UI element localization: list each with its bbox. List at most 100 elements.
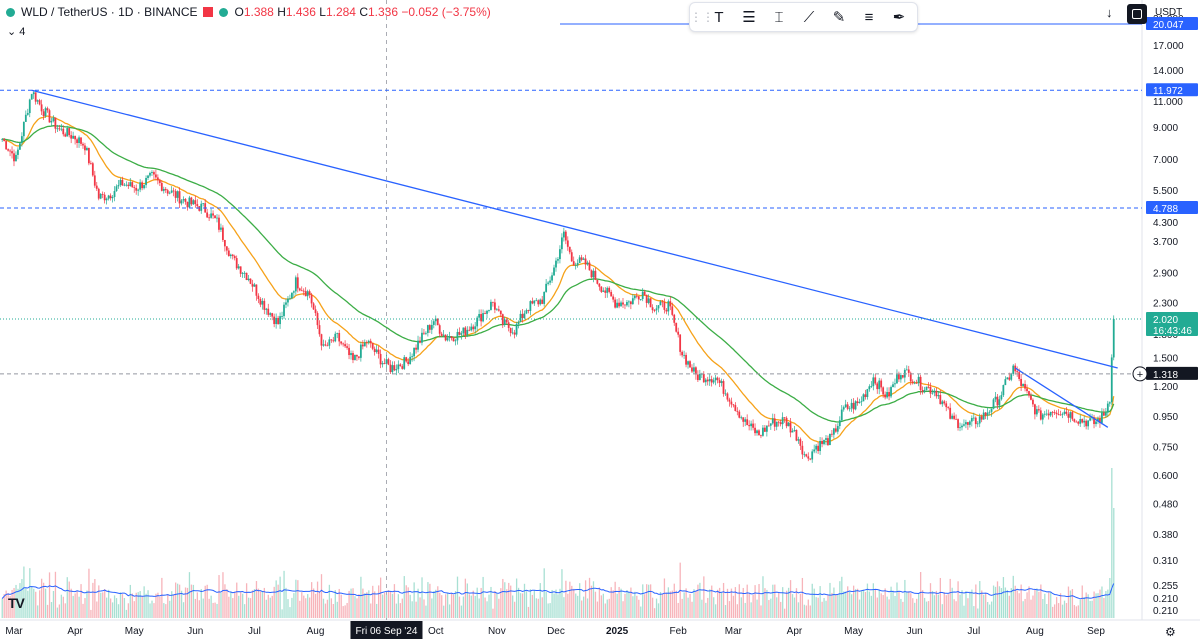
trend-line-icon[interactable]: ⟋ [794,9,824,26]
pen-icon[interactable]: ✒ [884,8,914,26]
volume-bar [971,589,973,618]
volume-bar [1111,468,1113,618]
candle-body [1004,379,1007,386]
volume-bar [849,591,851,618]
candle-body [777,421,780,423]
symbol-title[interactable]: WLD / TetherUS · 1D · BINANCE [21,5,197,19]
candle-body [588,262,591,271]
horizontal-lines-icon[interactable]: ☰ [734,8,764,26]
volume-bar [1077,605,1079,618]
candle-body [1073,419,1076,422]
volume-bar [862,589,865,618]
y-tick-label: 0.950 [1153,412,1178,423]
volume-bar [553,593,555,618]
candle-body [9,150,11,152]
volume-bar [80,584,82,618]
vertical-range-icon[interactable]: ⌶ [764,9,794,26]
indicators-toggle[interactable]: ⌄ 4 [7,25,25,38]
volume-bar [92,582,94,618]
candle-body [939,395,942,405]
drag-handle-icon[interactable]: ⋮⋮ [690,10,714,24]
price-chart[interactable]: 21.00017.00014.00011.0009.0007.0005.5004… [0,0,1200,641]
candle-body [533,300,536,304]
candle-body [298,288,301,291]
candle-body [436,318,439,326]
y-tick-label: 2.900 [1153,269,1178,280]
volume-bar [470,595,472,618]
candle-body [921,389,924,392]
candle-body [568,246,571,253]
volume-bar [681,598,683,618]
candle-body [683,354,685,356]
candle-body [850,402,853,409]
volume-bar [1057,603,1060,618]
volume-bar [139,591,141,618]
screenshot-icon[interactable] [1127,4,1147,24]
volume-bar [121,594,124,618]
volume-bar [257,588,260,618]
candle-body [93,175,96,186]
volume-tick-label: 0.210 [1153,594,1178,605]
volume-bar [533,589,536,618]
volume-bar [713,597,715,618]
candle-body [553,267,555,276]
volume-bar [228,596,230,618]
candle-body [673,314,676,323]
candle-body [141,182,144,189]
candle-body [200,203,203,211]
candle-body [736,410,739,412]
text-tool-icon[interactable]: T [704,9,734,26]
candle-body [279,316,281,325]
volume-bar [947,594,949,618]
volume-bar [634,591,636,618]
volume-bar [344,605,346,618]
volume-bar [245,583,248,618]
volume-bar [973,606,975,618]
volume-bar [208,598,210,618]
volume-bar [251,590,254,618]
volume-bar [673,583,675,618]
candle-body [1055,412,1058,415]
volume-bar [758,584,760,618]
settings-gear-icon[interactable]: ⚙ [1165,625,1176,639]
candle-body [998,399,1001,406]
parallel-channel-icon[interactable]: ≡ [854,9,884,26]
candle-body [346,346,348,348]
volume-bar [648,584,650,618]
tradingview-logo-icon[interactable]: TV [8,595,25,611]
volume-bar [320,574,323,618]
volume-bar [340,594,342,618]
volume-bar [301,592,303,618]
volume-bar [273,586,275,618]
volume-bar [803,604,806,618]
candle-body [886,392,888,398]
candle-body [1079,419,1082,424]
volume-bar [196,592,198,618]
volume-bar [988,604,991,618]
brush-icon[interactable]: ✎ [824,8,854,26]
candle-body [482,313,484,322]
candle-body [68,128,71,136]
candle-body [529,301,532,311]
candle-body [78,137,80,143]
candle-body [377,349,380,354]
candle-body [716,377,719,381]
candle-body [1071,412,1074,420]
volume-bar [348,590,350,618]
volume-bar [937,594,940,618]
flag-icon[interactable] [203,7,214,17]
volume-bar [54,571,57,618]
candle-body [898,374,900,380]
candle-body [1101,412,1103,423]
price-level-label: 2.020 [1153,315,1178,326]
volume-bar [1089,600,1091,618]
volume-bar [441,595,443,618]
volume-bar [770,598,772,618]
volume-bar [58,604,61,618]
volume-bar [494,590,496,618]
volume-bar [309,597,311,618]
candle-body [334,333,337,342]
candle-body [32,92,35,95]
currency-label[interactable]: USDT [1155,7,1182,18]
download-icon[interactable]: ↓ [1106,5,1113,20]
